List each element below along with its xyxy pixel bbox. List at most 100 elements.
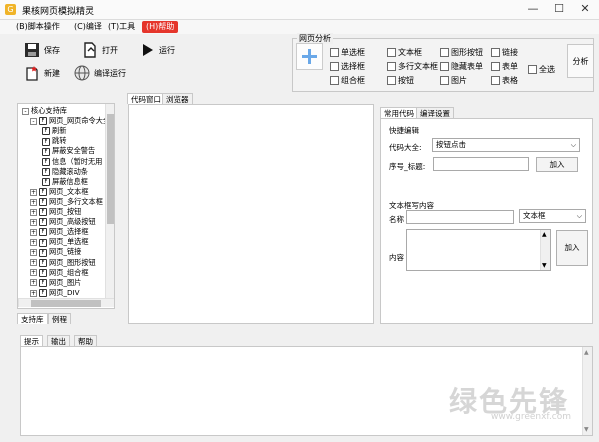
analyze-button[interactable]: 分析 [567, 44, 594, 78]
collapse-icon[interactable]: - [30, 117, 37, 125]
menu-tools[interactable]: (T)工具 [104, 21, 139, 33]
tree-item[interactable]: F 信息（暂时无用 [42, 157, 102, 168]
tab-browser[interactable]: 浏览器 [162, 93, 193, 104]
tree-item[interactable]: F 刷新 [42, 126, 66, 137]
tree-hscrollbar[interactable] [18, 298, 114, 307]
expand-icon[interactable]: + [30, 218, 37, 226]
tree-item[interactable]: + F 网页_单选框 [30, 237, 89, 248]
tree-item-label: 网页_按钮 [49, 207, 82, 216]
checkbox-table[interactable]: 表格 [491, 74, 518, 86]
new-button[interactable]: 新建 [24, 63, 60, 83]
function-icon: F [39, 268, 47, 277]
function-icon: F [42, 147, 50, 156]
checkbox-combobox[interactable]: 组合框 [330, 74, 365, 86]
expand-icon[interactable]: + [30, 228, 37, 236]
serial-title-input[interactable] [433, 157, 529, 171]
checkbox-form[interactable]: 表单 [491, 60, 518, 72]
content-textarea[interactable] [406, 229, 551, 271]
maximize-button[interactable]: ☐ [546, 0, 572, 18]
tree-item-label: 屏蔽安全警告 [52, 146, 96, 156]
checkbox-button[interactable]: 按钮 [387, 74, 414, 86]
arrow-down-icon: ▼ [584, 426, 589, 433]
tree-item[interactable]: - F 网页_网页命令大全 [30, 116, 105, 127]
expand-icon[interactable]: + [30, 198, 37, 206]
function-icon: F [42, 157, 50, 166]
tree-item[interactable]: F 屏蔽安全警告 [42, 146, 95, 157]
tree-item-label: 网页_高级按钮 [49, 217, 96, 227]
tree-item[interactable]: + F 网页_选择框 [30, 227, 89, 238]
tab-examples[interactable]: 例程 [48, 313, 71, 324]
content-scrollbar[interactable]: ▲ ▼ [540, 230, 550, 270]
expand-icon[interactable]: + [30, 279, 37, 287]
tab-library[interactable]: 支持库 [17, 313, 48, 324]
tree-hscroll-thumb[interactable] [31, 300, 101, 307]
tab-hints[interactable]: 提示 [20, 335, 43, 346]
analysis-target-button[interactable] [296, 43, 323, 70]
expand-icon[interactable]: + [30, 259, 37, 267]
expand-icon[interactable]: + [30, 208, 37, 216]
function-icon: F [39, 117, 47, 126]
tree-item[interactable]: + F 网页_按钮 [30, 207, 81, 218]
checkbox-select[interactable]: 选择框 [330, 60, 365, 72]
expand-icon[interactable]: + [30, 239, 37, 247]
expand-icon[interactable]: + [30, 249, 37, 257]
tree-item[interactable]: + F 网页_图片 [30, 278, 81, 289]
function-icon: F [39, 188, 47, 197]
run-button[interactable]: 运行 [139, 40, 175, 60]
tree-item[interactable]: + F 网页_组合框 [30, 268, 89, 279]
tab-output[interactable]: 输出 [47, 335, 70, 346]
tree-scroll-thumb[interactable] [107, 114, 114, 224]
add-content-button[interactable]: 加入 [556, 230, 588, 266]
minimize-button[interactable]: — [520, 0, 546, 18]
expand-icon[interactable]: + [30, 188, 37, 196]
name-input[interactable] [406, 210, 514, 224]
checkbox-multiline[interactable]: 多行文本框 [387, 60, 438, 72]
menu-script[interactable]: (B)脚本操作 [12, 21, 64, 33]
function-icon: F [39, 198, 47, 207]
tree-item[interactable]: - 核心支持库 [22, 106, 67, 117]
checkbox-image[interactable]: 图片 [440, 74, 467, 86]
tab-compile-settings[interactable]: 编译设置 [416, 107, 454, 118]
expand-icon[interactable]: + [30, 289, 37, 297]
compile-run-button[interactable]: 编译运行 [74, 63, 126, 83]
tree-item[interactable]: + F 网页_链接 [30, 247, 81, 258]
tree-item[interactable]: F 隐藏滚动条 [42, 167, 88, 178]
chevron-down-icon: ⌵ [576, 212, 582, 220]
tab-code-window[interactable]: 代码窗口 [127, 93, 165, 104]
checkbox-image-button[interactable]: 图形按钮 [440, 46, 483, 58]
expand-icon[interactable]: + [30, 269, 37, 277]
menu-compile[interactable]: (C)编译 [70, 21, 106, 33]
add-code-button[interactable]: 加入 [536, 157, 578, 172]
tree-item[interactable]: F 跳转 [42, 136, 66, 147]
tree-item[interactable]: + F 网页_文本框 [30, 187, 89, 198]
checkbox-select-all[interactable]: 全选 [528, 63, 555, 75]
code-all-select[interactable]: 按钮点击 ⌵ [432, 138, 580, 152]
tab-help[interactable]: 帮助 [74, 335, 97, 346]
tree-item-label: 网页_单选框 [49, 237, 89, 247]
open-button[interactable]: 打开 [82, 40, 118, 60]
collapse-icon[interactable]: - [22, 107, 29, 115]
function-icon: F [39, 228, 47, 237]
save-button[interactable]: 保存 [24, 40, 60, 60]
tree-item-label: 网页_网页命令大全 [49, 116, 105, 126]
tree-item[interactable]: + F 网页_DIV [30, 288, 80, 299]
function-icon: F [42, 127, 50, 136]
tab-common-code[interactable]: 常用代码 [380, 107, 418, 118]
tree-item[interactable]: + F 网页_高级按钮 [30, 217, 96, 228]
tree-item[interactable]: F 屏蔽信息框 [42, 177, 88, 188]
tree-scrollbar[interactable] [105, 104, 114, 299]
type-select[interactable]: 文本框 ⌵ [519, 209, 586, 223]
tree-item[interactable]: + F 网页_图形按钮 [30, 258, 96, 269]
menu-help[interactable]: (H)帮助 [142, 21, 179, 33]
close-button[interactable]: ✕ [572, 0, 598, 18]
arrow-up-icon: ▲ [584, 349, 589, 356]
checkbox-radio[interactable]: 单选框 [330, 46, 365, 58]
code-editor[interactable] [128, 104, 374, 324]
run-label: 运行 [159, 45, 175, 55]
checkbox-link[interactable]: 链接 [491, 46, 518, 58]
checkbox-textbox[interactable]: 文本框 [387, 46, 422, 58]
tree-item-label: 网页_选择框 [49, 227, 89, 237]
tree-item[interactable]: + F 网页_多行文本框 [30, 197, 103, 208]
checkbox-hidden-form[interactable]: 隐藏表单 [440, 60, 483, 72]
output-scrollbar[interactable]: ▲ ▼ [582, 347, 592, 435]
